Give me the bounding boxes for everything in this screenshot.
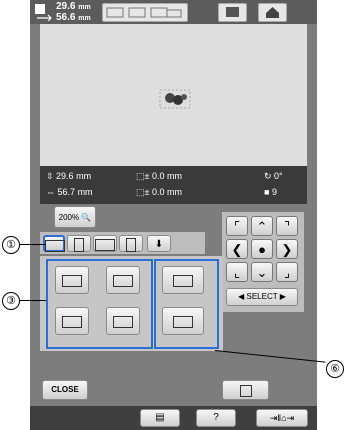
magnifier-icon: 🔍 — [81, 213, 92, 222]
presser-foot-button[interactable]: ⇥‖⌂⇥ — [256, 409, 308, 427]
select-control[interactable]: ◀ SELECT ▶ — [226, 288, 298, 306]
info-panel: ⇳ 29.6 mm ⇔ 56.7 mm ⬚± 0.0 mm ⬚± 0.0 mm … — [40, 166, 307, 204]
move-right-button[interactable]: ❯ — [276, 239, 298, 259]
move-down-button[interactable]: ⌄ — [251, 262, 273, 282]
callout-1-line — [20, 244, 46, 245]
arrange-icon — [45, 240, 65, 252]
offset-icon — [126, 238, 136, 252]
tab-spacing[interactable] — [93, 235, 117, 252]
size-readout: 29.6 mm 56.6 mm — [56, 1, 91, 23]
align-top-left-button[interactable] — [55, 266, 89, 294]
y-offset: ⬚± 0.0 mm — [136, 187, 182, 197]
align-bottom-right-button[interactable] — [106, 307, 140, 335]
space-even-button[interactable] — [162, 307, 204, 335]
help-icon: ? — [213, 412, 219, 423]
home-button[interactable] — [258, 3, 287, 22]
embroidery-canvas[interactable] — [40, 24, 307, 166]
move-down-left-button[interactable]: ⌞ — [226, 262, 248, 282]
embroidery-pattern — [159, 89, 191, 109]
down-arrow-icon: ⬇ — [154, 239, 164, 250]
angle-readout: ↻ 0° — [264, 171, 283, 181]
close-button[interactable]: CLOSE — [42, 380, 88, 400]
move-center-button[interactable]: ● — [251, 239, 273, 259]
space-tight-button[interactable] — [162, 266, 204, 294]
help-button[interactable]: ? — [196, 409, 236, 427]
zoom-button[interactable]: 200% 🔍 — [54, 206, 96, 228]
tab-horizontal-arrange[interactable] — [43, 235, 65, 252]
screen: 29.6 mm 56.6 mm ⇳ 29.6 mm ⇔ 56.7 mm ⬚± 0… — [30, 0, 317, 430]
vertical-icon — [74, 238, 84, 252]
tab-vertical-arrange[interactable] — [67, 235, 91, 252]
align-bottom-left-button[interactable] — [55, 307, 89, 335]
presser-foot-icon: ⇥‖⌂⇥ — [269, 413, 295, 423]
align-icon — [113, 316, 133, 328]
spacing-icon — [95, 239, 115, 251]
callout-3: ③ — [2, 292, 20, 310]
height-label: ⇔ 56.7 mm — [46, 187, 93, 197]
align-icon — [62, 316, 82, 328]
size-icon — [34, 3, 54, 22]
callout-1: ① — [2, 236, 20, 254]
spacing-icon — [173, 275, 193, 287]
square-icon — [239, 385, 252, 397]
tab-down[interactable]: ⬇ — [147, 235, 171, 252]
align-top-right-button[interactable] — [106, 266, 140, 294]
bottom-bar: ▤ ? ⇥‖⌂⇥ — [30, 406, 317, 430]
align-icon — [62, 275, 82, 287]
spacing-icon — [173, 316, 193, 328]
move-down-right-button[interactable]: ⌟ — [276, 262, 298, 282]
move-up-right-button[interactable]: ⌝ — [276, 216, 298, 236]
move-up-left-button[interactable]: ⌜ — [226, 216, 248, 236]
document-icon: ▤ — [155, 412, 165, 423]
move-left-button[interactable]: ❮ — [226, 239, 248, 259]
width-label: ⇳ 29.6 mm — [46, 171, 92, 181]
callout-6: ⑥ — [326, 360, 344, 378]
color-count: ■ 9 — [264, 187, 277, 197]
single-button[interactable] — [222, 380, 269, 400]
tab-offset[interactable] — [119, 235, 143, 252]
notes-button[interactable]: ▤ — [140, 409, 180, 427]
move-up-button[interactable]: ⌃ — [251, 216, 273, 236]
top-bar: 29.6 mm 56.6 mm — [30, 0, 317, 24]
edit-buttons[interactable] — [102, 3, 188, 22]
callout-3-line — [20, 300, 46, 301]
memory-button[interactable] — [218, 3, 247, 22]
x-offset: ⬚± 0.0 mm — [136, 171, 182, 181]
align-icon — [113, 275, 133, 287]
